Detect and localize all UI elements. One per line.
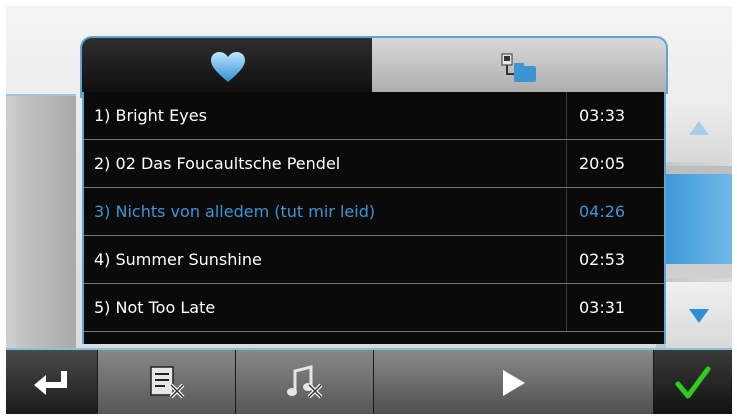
playlist-row[interactable]: 5) Not Too Late 03:31: [84, 284, 664, 332]
arrow-down-icon: [688, 308, 710, 324]
bottom-toolbar: [6, 348, 732, 414]
heart-icon: [210, 52, 246, 84]
track-duration: 02:53: [566, 236, 664, 283]
playlist: 1) Bright Eyes 03:33 2) 02 Das Foucaultsch…: [82, 92, 666, 344]
track-title: 1) Bright Eyes: [94, 106, 207, 125]
tab-browse[interactable]: [372, 36, 668, 98]
scroll-down-button[interactable]: [666, 282, 732, 350]
delete-track-icon: [285, 365, 325, 401]
track-duration: 03:31: [566, 284, 664, 331]
play-icon: [501, 368, 527, 398]
track-duration: 04:26: [566, 188, 664, 235]
back-icon: [32, 368, 72, 398]
playlist-row[interactable]: 1) Bright Eyes 03:33: [84, 92, 664, 140]
track-duration: 03:33: [566, 92, 664, 139]
delete-playlist-button[interactable]: [98, 350, 236, 414]
playlist-row[interactable]: 2) 02 Das Foucaultsche Pendel 20:05: [84, 140, 664, 188]
delete-playlist-icon: [147, 365, 187, 401]
back-button[interactable]: [6, 350, 98, 414]
playlist-row[interactable]: 3) Nichts von alledem (tut mir leid) 04:2…: [84, 188, 664, 236]
play-button[interactable]: [374, 350, 654, 414]
tab-favorites[interactable]: [80, 36, 376, 98]
track-title: 5) Not Too Late: [94, 298, 216, 317]
left-rail: [6, 94, 76, 352]
track-duration: 20:05: [566, 140, 664, 187]
confirm-button[interactable]: [654, 350, 732, 414]
playlist-row[interactable]: 4) Summer Sunshine 02:53: [84, 236, 664, 284]
folder-tree-icon: [500, 52, 538, 84]
scrollbar[interactable]: [666, 94, 732, 350]
delete-track-button[interactable]: [236, 350, 374, 414]
arrow-up-icon: [688, 120, 710, 136]
scroll-thumb[interactable]: [666, 173, 732, 264]
screen: 1) Bright Eyes 03:33 2) 02 Das Foucaultsch…: [6, 6, 732, 414]
track-title: 2) 02 Das Foucaultsche Pendel: [94, 154, 341, 173]
scroll-up-button[interactable]: [666, 94, 732, 162]
track-title: 3) Nichts von alledem (tut mir leid): [94, 202, 376, 221]
tab-bar: [80, 36, 668, 98]
checkmark-icon: [675, 366, 711, 400]
track-title: 4) Summer Sunshine: [94, 250, 262, 269]
